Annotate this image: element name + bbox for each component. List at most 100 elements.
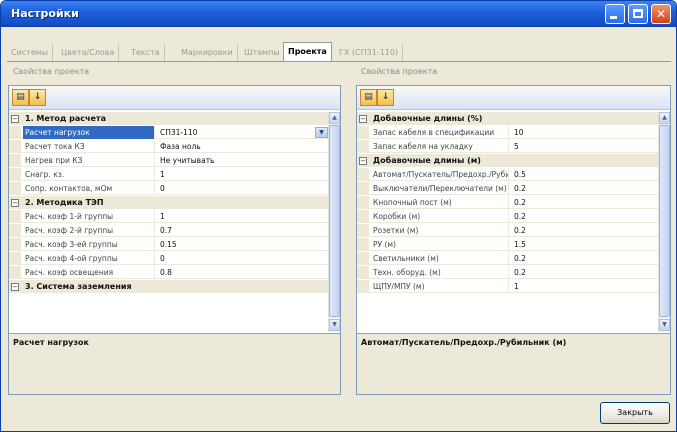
grid-category-row[interactable]: − Добавочные длины (%) bbox=[357, 112, 658, 125]
sort-az-icon: ↓ bbox=[381, 92, 390, 102]
grid-property-row[interactable]: Расч. коэф освещения 0.8 bbox=[9, 266, 328, 279]
property-value[interactable]: 1 bbox=[157, 168, 327, 181]
grid-property-row[interactable]: Расч. коэф 4-ой группы 0 bbox=[9, 252, 328, 265]
grid-property-row[interactable]: Автомат/Пускатель/Предохр./Рубильник (м)… bbox=[357, 168, 658, 181]
grid-property-row[interactable]: Расчет тока КЗ Фаза ноль bbox=[9, 140, 328, 153]
row-indent bbox=[9, 210, 21, 223]
property-value[interactable]: СП31-110 bbox=[157, 126, 327, 139]
property-value[interactable]: 0.2 bbox=[511, 196, 657, 209]
property-name: Коробки (м) bbox=[371, 210, 509, 223]
grid-property-row[interactable]: Запас кабеля на укладку 5 bbox=[357, 140, 658, 153]
property-value[interactable]: 0 bbox=[157, 252, 327, 265]
title-bar[interactable]: Настройки ✕ bbox=[1, 1, 676, 27]
row-indent bbox=[9, 154, 21, 167]
property-value[interactable]: Фаза ноль bbox=[157, 140, 327, 153]
right-description-title: Автомат/Пускатель/Предохр./Рубильник (м) bbox=[361, 338, 567, 347]
property-name: Расч. коэф 3-ей группы bbox=[23, 238, 155, 251]
minimize-button[interactable] bbox=[605, 4, 625, 24]
dropdown-arrow-icon[interactable]: ▼ bbox=[315, 127, 328, 138]
left-description-pane: Расчет нагрузок bbox=[9, 333, 340, 394]
alphabetical-sort-button[interactable]: ↓ bbox=[29, 89, 46, 106]
maximize-button[interactable] bbox=[628, 4, 648, 24]
grid-property-row[interactable]: Нагрев при КЗ Не учитывать bbox=[9, 154, 328, 167]
property-value[interactable]: Не учитывать bbox=[157, 154, 327, 167]
grid-category-row[interactable]: − Добавочные длины (м) bbox=[357, 154, 658, 167]
left-grid-toolbar: ▤ ↓ bbox=[9, 86, 340, 110]
scroll-down-button[interactable]: ▼ bbox=[329, 319, 340, 331]
scroll-up-button[interactable]: ▲ bbox=[659, 112, 670, 124]
property-value[interactable]: 1 bbox=[157, 210, 327, 223]
property-value[interactable]: 0.2 bbox=[511, 182, 657, 195]
row-indent bbox=[357, 196, 369, 209]
categorized-view-button[interactable]: ▤ bbox=[360, 89, 377, 106]
grid-property-row[interactable]: Запас кабеля в спецификации 10 bbox=[357, 126, 658, 139]
grid-property-row[interactable]: Розетки (м) 0.2 bbox=[357, 224, 658, 237]
grid-property-row[interactable]: Расч. коэф 3-ей группы 0.15 bbox=[9, 238, 328, 251]
property-value[interactable]: 0.2 bbox=[511, 210, 657, 223]
property-value[interactable]: 0.2 bbox=[511, 224, 657, 237]
property-value[interactable]: 0.8 bbox=[157, 266, 327, 279]
row-indent bbox=[9, 126, 21, 139]
grid-property-row[interactable]: Выключатели/Переключатели (м) 0.2 bbox=[357, 182, 658, 195]
grid-property-row[interactable]: Расч. коэф 2-й группы 0.7 bbox=[9, 224, 328, 237]
collapse-icon[interactable]: − bbox=[11, 283, 19, 291]
maximize-icon bbox=[633, 9, 643, 18]
grid-property-row[interactable]: Техн. оборуд. (м) 0.2 bbox=[357, 266, 658, 279]
property-value[interactable]: 1 bbox=[511, 280, 657, 293]
right-grid-rows: − Добавочные длины (%) Запас кабеля в спец… bbox=[357, 112, 658, 332]
scroll-down-button[interactable]: ▼ bbox=[659, 319, 670, 331]
property-name: Нагрев при КЗ bbox=[23, 154, 155, 167]
categorized-view-button[interactable]: ▤ bbox=[12, 89, 29, 106]
grid-category-row[interactable]: −1. Метод расчета bbox=[9, 112, 328, 125]
tab-colors[interactable]: Цвета/Слова bbox=[57, 44, 120, 61]
tab-project[interactable]: Проекта bbox=[283, 42, 332, 61]
property-value[interactable]: 0.5 bbox=[511, 168, 657, 181]
row-indent bbox=[9, 140, 21, 153]
grid-property-row[interactable]: Сопр. контактов, мОм 0 bbox=[9, 182, 328, 195]
grid-property-row[interactable]: Светильники (м) 0.2 bbox=[357, 252, 658, 265]
property-value[interactable]: 5 bbox=[511, 140, 657, 153]
right-vertical-scrollbar[interactable]: ▲ ▼ bbox=[658, 112, 670, 332]
collapse-icon[interactable]: − bbox=[11, 115, 19, 123]
tab-stamps[interactable]: Штампы bbox=[240, 44, 285, 61]
scroll-up-button[interactable]: ▲ bbox=[329, 112, 340, 124]
grid-property-row[interactable]: Кнопочный пост (м) 0.2 bbox=[357, 196, 658, 209]
scroll-thumb[interactable] bbox=[329, 125, 340, 317]
tab-strip: Системы Цвета/Слова Текста Маркировки Шт… bbox=[7, 42, 671, 62]
window-title: Настройки bbox=[11, 7, 79, 20]
property-value[interactable]: 0.15 bbox=[157, 238, 327, 251]
property-name: Запас кабеля на укладку bbox=[371, 140, 509, 153]
collapse-icon[interactable]: − bbox=[11, 199, 19, 207]
alphabetical-sort-button[interactable]: ↓ bbox=[377, 89, 394, 106]
scroll-thumb[interactable] bbox=[659, 125, 670, 317]
property-name: Светильники (м) bbox=[371, 252, 509, 265]
grid-property-row[interactable]: Снагр. кз. 1 bbox=[9, 168, 328, 181]
category-label: Добавочные длины (%) bbox=[373, 114, 483, 123]
property-value[interactable]: 0 bbox=[157, 182, 327, 195]
tab-texts[interactable]: Текста bbox=[127, 44, 165, 61]
property-value[interactable]: 10 bbox=[511, 126, 657, 139]
property-value[interactable]: 0.7 bbox=[157, 224, 327, 237]
property-value[interactable]: 1.5 bbox=[511, 238, 657, 251]
grid-category-row[interactable]: −2. Методика ТЭП bbox=[9, 196, 328, 209]
left-vertical-scrollbar[interactable]: ▲ ▼ bbox=[328, 112, 340, 332]
property-value[interactable]: 0.2 bbox=[511, 266, 657, 279]
close-window-button[interactable]: ✕ bbox=[651, 4, 671, 24]
property-name: Розетки (м) bbox=[371, 224, 509, 237]
tab-markings[interactable]: Маркировки bbox=[177, 44, 238, 61]
grid-property-row[interactable]: РУ (м) 1.5 bbox=[357, 238, 658, 251]
grid-property-row[interactable]: ЩПУ/МПУ (м) 1 bbox=[357, 280, 658, 293]
collapse-icon[interactable]: − bbox=[359, 157, 367, 165]
grid-property-row[interactable]: Расч. коэф 1-й группы 1 bbox=[9, 210, 328, 223]
grid-property-row[interactable]: Коробки (м) 0.2 bbox=[357, 210, 658, 223]
row-indent bbox=[357, 126, 369, 139]
close-button[interactable]: Закрыть bbox=[600, 402, 670, 424]
tab-systems[interactable]: Системы bbox=[7, 44, 54, 61]
grid-property-row[interactable]: Расчет нагрузок СП31-110 ▼ bbox=[9, 126, 328, 139]
tab-gh[interactable]: ГХ (СП31-110) bbox=[335, 44, 404, 61]
property-name: Автомат/Пускатель/Предохр./Рубильник (м) bbox=[373, 168, 509, 181]
row-indent bbox=[357, 252, 369, 265]
collapse-icon[interactable]: − bbox=[359, 115, 367, 123]
grid-category-row[interactable]: −3. Система заземления bbox=[9, 280, 328, 293]
property-value[interactable]: 0.2 bbox=[511, 252, 657, 265]
